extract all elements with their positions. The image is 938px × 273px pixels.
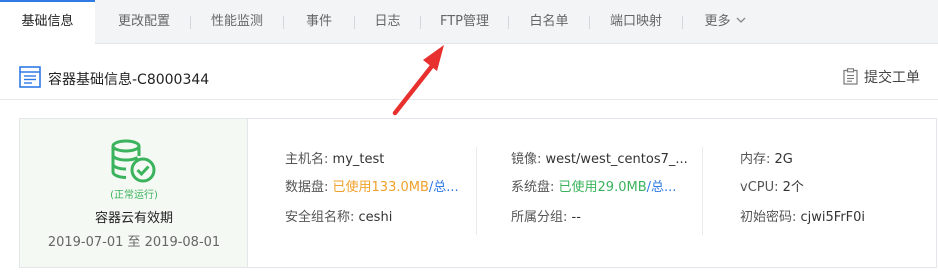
database-check-icon	[111, 139, 156, 183]
tab-more-label: 更多	[704, 14, 731, 29]
security-group-key: 安全组名称:	[285, 210, 355, 225]
validity-label: 容器云有效期	[94, 211, 173, 226]
initial-password-key: 初始密码:	[740, 210, 797, 225]
tab-bar: 基础信息 更改配置 性能监测 事件 日志 FTP管理 白名单 端口映射 更多	[0, 0, 938, 45]
hostname-field: 主机名: my_test	[285, 151, 384, 169]
image-value: west/west_centos7_...	[545, 152, 688, 167]
hostname-key: 主机名:	[285, 152, 329, 167]
data-disk-used: 已使用133.0MB	[332, 180, 429, 195]
tab-performance[interactable]: 性能监测	[191, 0, 283, 44]
memory-key: 内存:	[740, 152, 771, 167]
group-field: 所属分组: --	[511, 209, 581, 227]
chevron-down-icon	[736, 17, 745, 23]
system-disk-total: 总...	[651, 180, 677, 195]
group-value: --	[571, 210, 581, 225]
initial-password-field: 初始密码: cjwi5FrF0i	[740, 209, 865, 227]
status-running-text: (正常运行)	[110, 190, 158, 201]
tab-whitelist[interactable]: 白名单	[509, 0, 589, 44]
page-title: 容器基础信息-C8000344	[48, 72, 210, 88]
memory-field: 内存: 2G	[740, 151, 793, 169]
system-disk-used: 已使用29.0MB	[558, 180, 647, 195]
vcpu-field: vCPU: 2个	[740, 179, 804, 197]
data-disk-key: 数据盘:	[285, 180, 329, 195]
system-disk-key: 系统盘:	[511, 180, 555, 195]
image-field: 镜像: west/west_centos7_...	[511, 151, 688, 169]
initial-password-value: cjwi5FrF0i	[800, 210, 866, 225]
hostname-value: my_test	[332, 152, 385, 167]
tab-port-mapping[interactable]: 端口映射	[590, 0, 682, 44]
system-disk-field: 系统盘: 已使用29.0MB/总...	[511, 179, 676, 197]
image-key: 镜像:	[511, 152, 542, 167]
security-group-field: 安全组名称: ceshi	[285, 209, 392, 227]
vcpu-value: 2个	[782, 180, 804, 195]
submit-ticket-label: 提交工单	[864, 70, 920, 86]
tab-ftp[interactable]: FTP管理	[421, 0, 508, 44]
submit-ticket-button[interactable]: 提交工单	[843, 66, 920, 90]
tab-separator	[682, 16, 683, 29]
column-divider	[476, 147, 477, 235]
section-header: 容器基础信息-C8000344 提交工单	[0, 44, 938, 100]
tab-more[interactable]: 更多	[690, 0, 760, 44]
tab-change-config[interactable]: 更改配置	[98, 0, 190, 44]
document-icon	[19, 66, 41, 88]
clipboard-icon	[843, 68, 858, 85]
data-disk-total: 总...	[433, 180, 459, 195]
container-info-card: (正常运行) 容器云有效期 2019-07-01 至 2019-08-01 主机…	[19, 118, 937, 268]
tab-events[interactable]: 事件	[284, 0, 354, 44]
status-panel: (正常运行) 容器云有效期 2019-07-01 至 2019-08-01	[20, 119, 248, 267]
memory-value: 2G	[774, 152, 793, 167]
column-divider	[702, 147, 703, 235]
validity-dates: 2019-07-01 至 2019-08-01	[47, 235, 221, 250]
group-key: 所属分组:	[511, 210, 568, 225]
tab-logs[interactable]: 日志	[355, 0, 420, 44]
vcpu-key: vCPU:	[740, 180, 779, 195]
tab-basic-info[interactable]: 基础信息	[0, 0, 95, 45]
data-disk-field: 数据盘: 已使用133.0MB/总...	[285, 179, 459, 197]
security-group-value: ceshi	[358, 210, 393, 225]
